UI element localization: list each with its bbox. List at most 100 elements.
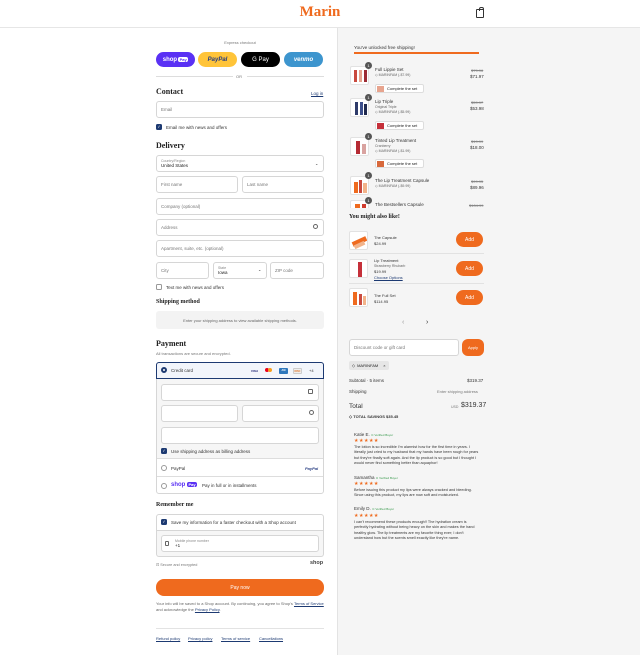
secure-note: ⊡ Secure and encrypted [156,562,197,567]
discount-tag: ◇ MARINFAM (-$5.99) [375,110,411,114]
savings-row: ◇ TOTAL SAVINGS $35.45 [349,414,398,419]
discount-tag: ◇ MARINFAM (-$7.99) [375,73,411,77]
verified-label: Verified Buyer [375,507,395,511]
product-thumbnail [350,176,369,195]
savings-value: $35.45 [386,414,399,419]
cart-item-name: Full Lippie Set [375,67,404,72]
phone-field[interactable]: Mobile phone number +1 [161,535,319,552]
review-text: Before issuing this product my lips were… [354,488,472,498]
upsell-item-price: $19.99 [374,269,387,274]
credit-card-radio[interactable] [161,367,167,373]
text-offers-checkbox[interactable] [156,284,162,290]
pay-now-button[interactable]: Pay now [156,579,324,596]
name-on-card-field[interactable] [161,427,319,444]
brand-logo[interactable]: Marin [0,4,640,21]
footer-terms-link[interactable]: Terms of service [221,636,250,641]
city-field[interactable]: City [156,262,209,279]
upsell-item-name: The Full Set [374,293,396,298]
country-select[interactable]: Country/Region United States [156,155,324,172]
shoppay-logo: shop Pay [171,481,198,488]
discount-tag: ◇ MARINFAM (-$9.99) [375,184,411,188]
billing-address-checkbox[interactable]: ✓ [161,448,167,454]
verified-label: Verified Buyer [374,433,394,437]
discount-code-field[interactable]: Discount code or gift card [349,339,459,356]
secure-label: Secure and encrypted [160,563,198,567]
footer-refund-link[interactable]: Refund policy [156,636,180,641]
carousel-next-button[interactable]: › [426,319,428,326]
payment-heading: Payment [156,339,187,348]
venmo-button[interactable]: venmo [284,52,323,67]
last-name-field[interactable]: Last name [242,176,324,193]
upsell-thumbnail [349,231,368,250]
save-info-checkbox[interactable]: ✓ [161,519,167,525]
email-field[interactable]: Email [156,101,324,118]
cart-list: 1 Full Lippie Set ◇ MARINFAM (-$7.99) $7… [348,62,486,208]
applied-discount-chip: ◇ MARINFAM × [349,361,389,370]
review-author: Samantha ⊙ Verified Buyer [354,475,398,480]
shipping-method-placeholder: Enter your shipping address to view avai… [156,311,324,329]
divider [156,628,324,629]
quantity-badge: 1 [365,197,372,204]
divider [349,253,484,254]
original-price: $59.97 [471,100,484,105]
phone-icon [165,541,169,546]
carousel-prev-button[interactable]: ‹ [402,319,404,326]
express-checkout-label: Express checkout [224,40,256,45]
subtotal-value: $319.37 [467,378,484,383]
paypal-button[interactable]: PayPal [198,52,237,67]
divider [157,476,323,477]
original-price: $79.96 [471,68,484,73]
quantity-badge: 1 [365,62,372,69]
footer-privacy-link[interactable]: Privacy policy [188,636,212,641]
item-price: $71.97 [470,74,484,79]
apply-discount-button[interactable]: Apply [462,339,484,356]
gpay-button[interactable]: G Pay [241,52,280,67]
expiration-field[interactable] [161,405,238,422]
legal-text-1: Your info will be saved to a Shop accoun… [156,601,293,606]
discover-icon: DISC [293,368,302,374]
upsell-add-button[interactable]: Add [456,232,483,247]
payment-subtitle: All transactions are secure and encrypte… [156,351,231,356]
first-name-field[interactable]: First name [156,176,238,193]
login-link[interactable]: Log in [311,91,323,96]
upsell-item-price: $114.95 [374,299,389,304]
shoppay-button[interactable]: shop Pay [156,52,195,67]
zip-field[interactable]: ZIP code [270,262,324,279]
shoppay-radio[interactable] [161,483,167,489]
upsell-add-button[interactable]: Add [456,290,483,305]
divider [157,458,323,459]
privacy-link[interactable]: Privacy Policy [195,607,220,612]
paypal-logo: PayPal [305,465,319,471]
chevron-down-icon: ⌄ [258,267,262,272]
footer-cancellations-link[interactable]: Cancellations [259,636,283,641]
quantity-badge: 1 [365,94,372,101]
help-icon [309,410,314,415]
product-thumbnail [350,66,369,85]
upsell-add-button[interactable]: Add [456,261,483,276]
shoppay-badge: Pay [187,481,198,487]
save-info-label: Save my information for a faster checkou… [171,519,296,525]
discount-tag-label: MARINFAM (-$7.99) [378,73,411,77]
remove-discount-button[interactable]: × [383,363,385,368]
complete-set-button[interactable]: Complete the set [375,159,424,168]
complete-set-button[interactable]: Complete the set [375,84,424,93]
divider [247,76,324,77]
more-cards-label: +4 [309,368,314,373]
upsell-item-price: $24.99 [374,241,387,246]
shipping-label: Shipping [349,389,367,394]
cart-item-variant: Original Triple [375,105,397,109]
terms-link[interactable]: Terms of Service [294,601,324,606]
review-stars: ★★★★★ [354,481,379,487]
card-number-field[interactable] [161,384,319,401]
shopping-bag-icon[interactable] [476,7,484,18]
security-code-field[interactable] [242,405,319,422]
news-checkbox[interactable]: ✓ [156,124,162,130]
currency-label: USD [451,405,459,409]
apartment-field[interactable]: Apartment, suite, etc. (optional) [156,240,324,257]
choose-options-link[interactable]: Choose Options [374,275,403,280]
complete-set-button[interactable]: Complete the set [375,121,424,130]
paypal-radio[interactable] [161,465,167,471]
company-field[interactable]: Company (optional) [156,198,324,215]
address-field[interactable]: Address [156,219,324,236]
cart-item-variant: Cranberry [375,144,391,148]
